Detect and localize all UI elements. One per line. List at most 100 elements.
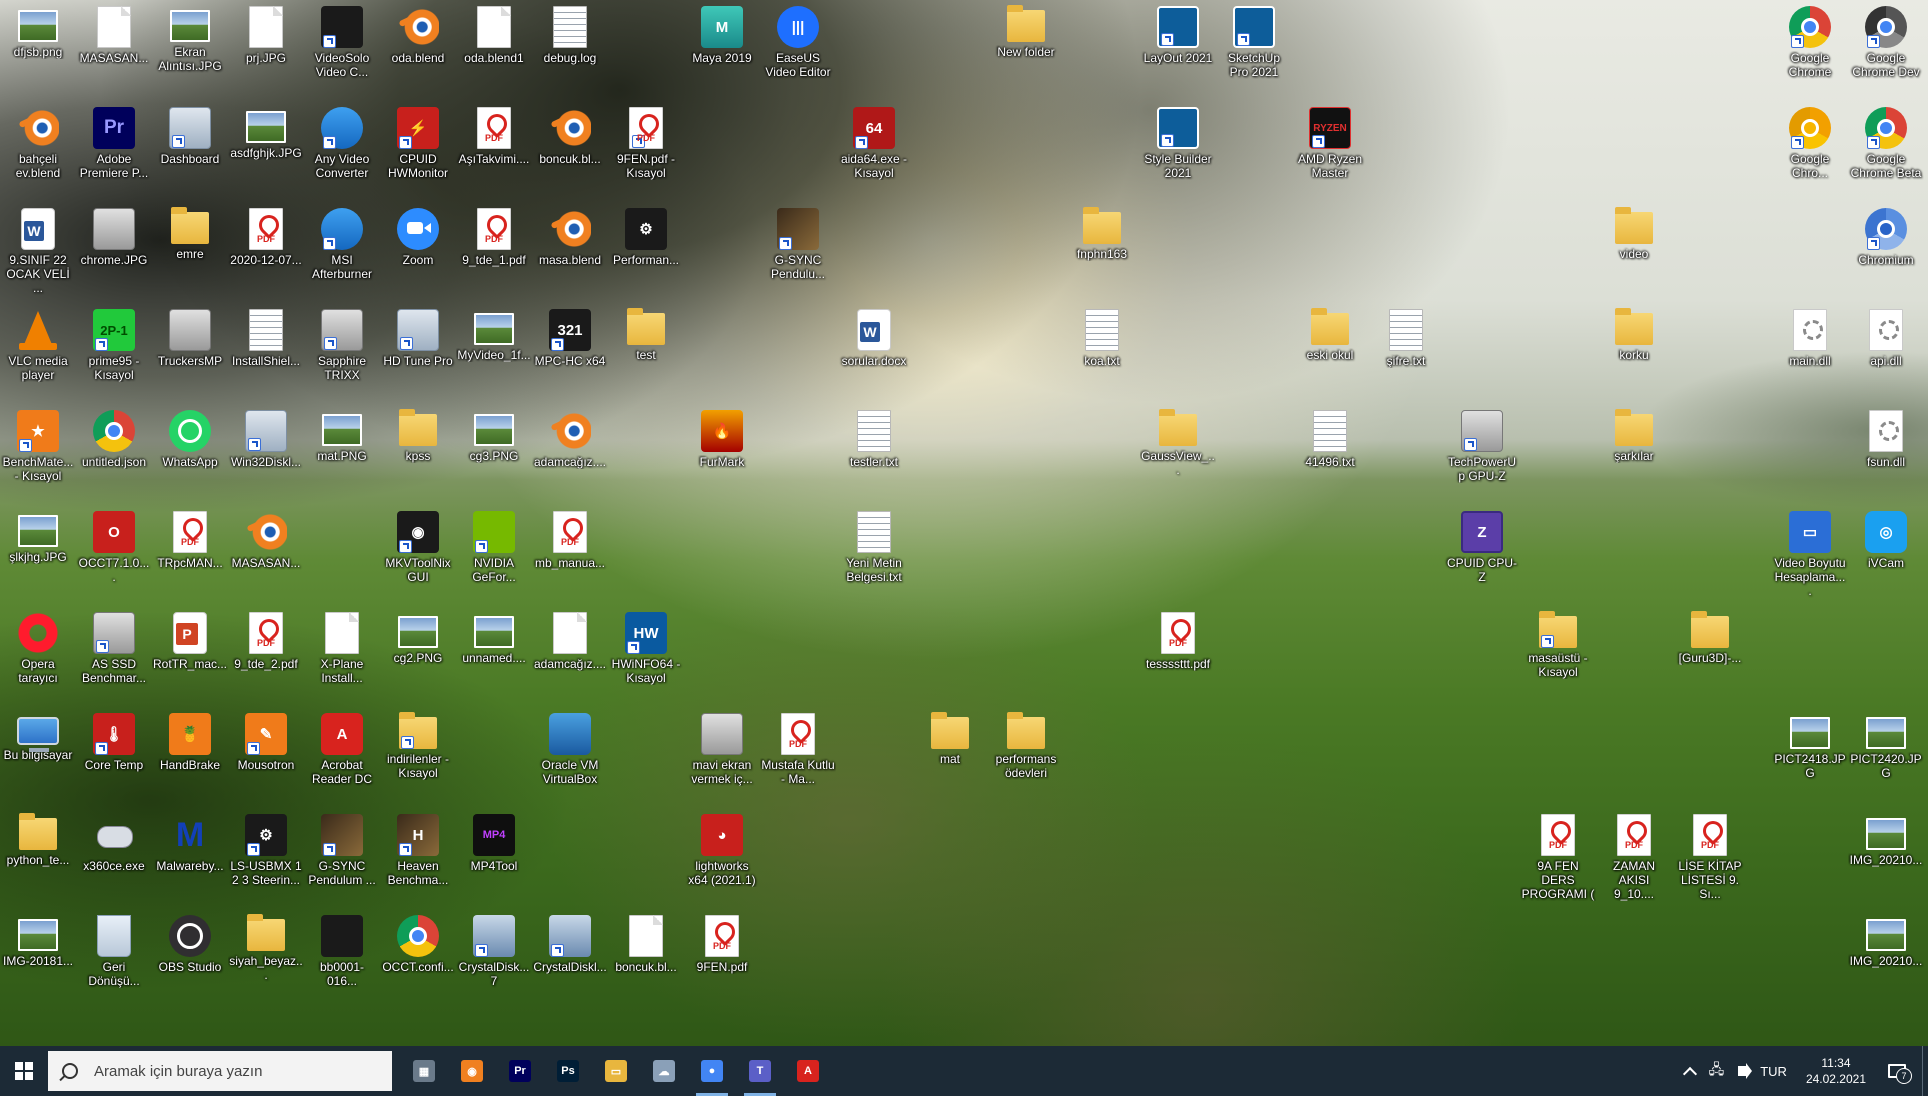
desktop-icon-furmark[interactable]: 🔥 FurMark: [684, 406, 760, 496]
desktop-icon-41496[interactable]: 41496.txt: [1292, 406, 1368, 496]
desktop-icon-videosolo[interactable]: VideoSolo Video C...: [304, 2, 380, 92]
desktop-icon-masasan2[interactable]: MASASAN...: [228, 507, 304, 597]
desktop-icon-masasan1[interactable]: MASASAN...: [76, 2, 152, 92]
tray-network-button[interactable]: 🖧: [1702, 1046, 1732, 1096]
desktop-icon-fnphn[interactable]: fnphn163: [1064, 204, 1140, 294]
desktop-icon-fsundll[interactable]: fsun.dll: [1848, 406, 1924, 496]
taskbar-app-teams[interactable]: T: [736, 1046, 784, 1096]
desktop-icon-gsync2[interactable]: G-SYNC Pendulu...: [760, 204, 836, 294]
desktop-icon-chromium[interactable]: Chromium: [1848, 204, 1924, 294]
desktop-icon-9afen[interactable]: PDF 9A FEN DERS PROGRAMI ( 15 ŞUBAT 2021 …: [1520, 810, 1596, 901]
desktop-icon-videoboyutu[interactable]: ▭ Video Boyutu Hesaplama....: [1772, 507, 1848, 598]
desktop-icon-handbrake[interactable]: 🍍 HandBrake: [152, 709, 228, 799]
desktop-icon-untitledjson[interactable]: untitled.json: [76, 406, 152, 496]
notification-center-button[interactable]: 7: [1878, 1046, 1922, 1096]
desktop-icon-anyvideo[interactable]: Any Video Converter: [304, 103, 380, 193]
desktop-icon-lisekitap[interactable]: PDF LİSE KİTAP LİSTESİ 9. Sı...: [1672, 810, 1748, 901]
desktop-icon-performan[interactable]: ⚙ Performan...: [608, 204, 684, 294]
desktop-icon-opera[interactable]: Opera tarayıcı: [0, 608, 76, 698]
desktop-icon-mavi[interactable]: mavi ekran vermek iç...: [684, 709, 760, 799]
desktop-icon-img20210b[interactable]: IMG_20210...: [1848, 911, 1924, 1001]
desktop-icon-mp4tool[interactable]: MP4 MP4Tool: [456, 810, 532, 900]
desktop-icon-oraclevm[interactable]: Oracle VM VirtualBox: [532, 709, 608, 799]
desktop-icon-masablend[interactable]: masa.blend: [532, 204, 608, 294]
taskbar-search[interactable]: [48, 1051, 392, 1091]
desktop-icon-apidll[interactable]: api.dll: [1848, 305, 1924, 395]
desktop-icon-lightworks[interactable]: ◕ lightworks x64 (2021.1): [684, 810, 760, 900]
desktop-icon-ivcam[interactable]: ◎ iVCam: [1848, 507, 1924, 597]
desktop-icon-9tde2[interactable]: PDF 9_tde_2.pdf: [228, 608, 304, 698]
desktop-icon-mbmanua[interactable]: PDF mb_manua...: [532, 507, 608, 597]
desktop-icon-9fenpdf[interactable]: PDF 9FEN.pdf - Kısayol: [608, 103, 684, 193]
desktop-icon-obs[interactable]: OBS Studio: [152, 911, 228, 1001]
desktop-icon-whatsapp[interactable]: WhatsApp: [152, 406, 228, 496]
desktop-icon-mousotron[interactable]: ✎ Mousotron: [228, 709, 304, 799]
desktop-icon-prime95[interactable]: 2P-1 prime95 - Kısayol: [76, 305, 152, 395]
desktop-icon-occtconfi[interactable]: OCCT.confi...: [380, 911, 456, 1001]
desktop-icon-bubilgisayar[interactable]: Bu bilgisayar: [0, 709, 76, 799]
desktop-icon-truckersmp[interactable]: TruckersMP: [152, 305, 228, 395]
desktop-icon-crystaldisk1[interactable]: CrystalDisk... 7: [456, 911, 532, 1001]
desktop-icon-gsync1[interactable]: G-SYNC Pendulum ...: [304, 810, 380, 900]
taskbar-app-photoshop[interactable]: Ps: [544, 1046, 592, 1096]
desktop-icon-9tde1[interactable]: PDF 9_tde_1.pdf: [456, 204, 532, 294]
desktop-icon-odablend[interactable]: oda.blend: [380, 2, 456, 92]
desktop-icon-cpuidcpuz[interactable]: Z CPUID CPU-Z: [1444, 507, 1520, 597]
desktop-icon-dashboard[interactable]: Dashboard: [152, 103, 228, 193]
desktop-icon-bahceli[interactable]: bahçeli ev.blend: [0, 103, 76, 193]
desktop-icon-performans[interactable]: performans ödevleri: [988, 709, 1064, 799]
desktop-icon-test[interactable]: test: [608, 305, 684, 395]
desktop-icon-sorular[interactable]: sorular.docx: [836, 305, 912, 395]
desktop-icon-tessstt[interactable]: PDF tessssttt.pdf: [1140, 608, 1216, 698]
desktop-icon-video[interactable]: video: [1596, 204, 1672, 294]
desktop-icon-myvideo[interactable]: MyVideo_1f...: [456, 305, 532, 395]
desktop-icon-korku[interactable]: korku: [1596, 305, 1672, 395]
taskbar-app-acrobat[interactable]: A: [784, 1046, 832, 1096]
desktop-icon-chromedev[interactable]: Google Chrome Dev: [1848, 2, 1924, 92]
desktop-icon-sapphire[interactable]: Sapphire TRIXX: [304, 305, 380, 395]
taskbar-app-file-explorer[interactable]: ▭: [592, 1046, 640, 1096]
desktop-icon-crystaldisk2[interactable]: CrystalDiskl...: [532, 911, 608, 1001]
desktop-icon-chromejpg[interactable]: chrome.JPG: [76, 204, 152, 294]
desktop-icon-dfjsb[interactable]: dfjsb.png: [0, 2, 76, 92]
desktop-icon-layout2021[interactable]: LayOut 2021: [1140, 2, 1216, 92]
desktop-icon-amdryzen[interactable]: RYZEN AMD Ryzen Master: [1292, 103, 1368, 193]
desktop-icon-win32disk[interactable]: Win32Diskl...: [228, 406, 304, 496]
desktop-icon-coretemp[interactable]: 🌡 Core Temp: [76, 709, 152, 799]
taskbar-app-cloud-app[interactable]: ☁: [640, 1046, 688, 1096]
desktop-icon-msiafter[interactable]: MSI Afterburner: [304, 204, 380, 294]
desktop-icon-benchmate[interactable]: ★ BenchMate... - Kısayol: [0, 406, 76, 496]
desktop[interactable]: dfjsb.png MASASAN... Ekran Alıntısı.JPG prj…: [0, 0, 1928, 1046]
desktop-icon-x360ce[interactable]: x360ce.exe: [76, 810, 152, 900]
desktop-icon-matpng[interactable]: mat.PNG: [304, 406, 380, 496]
desktop-icon-siyahbeyaz[interactable]: siyah_beyaz...: [228, 911, 304, 1001]
desktop-icon-mat[interactable]: mat: [912, 709, 988, 799]
desktop-icon-sketchuppro[interactable]: SketchUp Pro 2021: [1216, 2, 1292, 92]
desktop-icon-chromebeta[interactable]: Google Chrome Beta: [1848, 103, 1924, 193]
desktop-icon-ekran[interactable]: Ekran Alıntısı.JPG: [152, 2, 228, 92]
desktop-icon-rottr[interactable]: RotTR_mac...: [152, 608, 228, 698]
desktop-icon-cg3png[interactable]: cg3.PNG: [456, 406, 532, 496]
desktop-icon-hwinfo[interactable]: HW HWiNFO64 - Kısayol: [608, 608, 684, 698]
desktop-icon-prj[interactable]: prj.JPG: [228, 2, 304, 92]
desktop-icon-maya[interactable]: M Maya 2019: [684, 2, 760, 92]
desktop-icon-sarkilar[interactable]: şarkılar: [1596, 406, 1672, 496]
desktop-icon-koatxt[interactable]: koa.txt: [1064, 305, 1140, 395]
desktop-icon-eskiokul[interactable]: eski okul: [1292, 305, 1368, 395]
desktop-icon-chrome[interactable]: Google Chrome: [1772, 2, 1848, 92]
desktop-icon-occt[interactable]: O OCCT7.1.0....: [76, 507, 152, 597]
desktop-icon-premiere[interactable]: Pr Adobe Premiere P...: [76, 103, 152, 193]
taskbar-app-blender[interactable]: ◉: [448, 1046, 496, 1096]
desktop-icon-malwareby[interactable]: M Malwareby...: [152, 810, 228, 900]
desktop-icon-mustafa[interactable]: PDF Mustafa Kutlu - Ma...: [760, 709, 836, 799]
desktop-icon-heaven[interactable]: H Heaven Benchma...: [380, 810, 456, 900]
desktop-icon-mkvtoolnix[interactable]: ◉ MKVToolNix GUI: [380, 507, 456, 597]
desktop-icon-zoom[interactable]: Zoom: [380, 204, 456, 294]
desktop-icon-sikjhg[interactable]: şlkjhg.JPG: [0, 507, 76, 597]
desktop-icon-nvidiagef[interactable]: NVIDIA GeFor...: [456, 507, 532, 597]
taskbar-app-premiere[interactable]: Pr: [496, 1046, 544, 1096]
desktop-icon-asitakvimi[interactable]: PDF AşıTakvimi....: [456, 103, 532, 193]
desktop-icon-mpchc[interactable]: 321 MPC-HC x64: [532, 305, 608, 395]
desktop-icon-guru3d[interactable]: [Guru3D]-...: [1672, 608, 1748, 698]
desktop-icon-bb0001[interactable]: bb0001-016...: [304, 911, 380, 1001]
